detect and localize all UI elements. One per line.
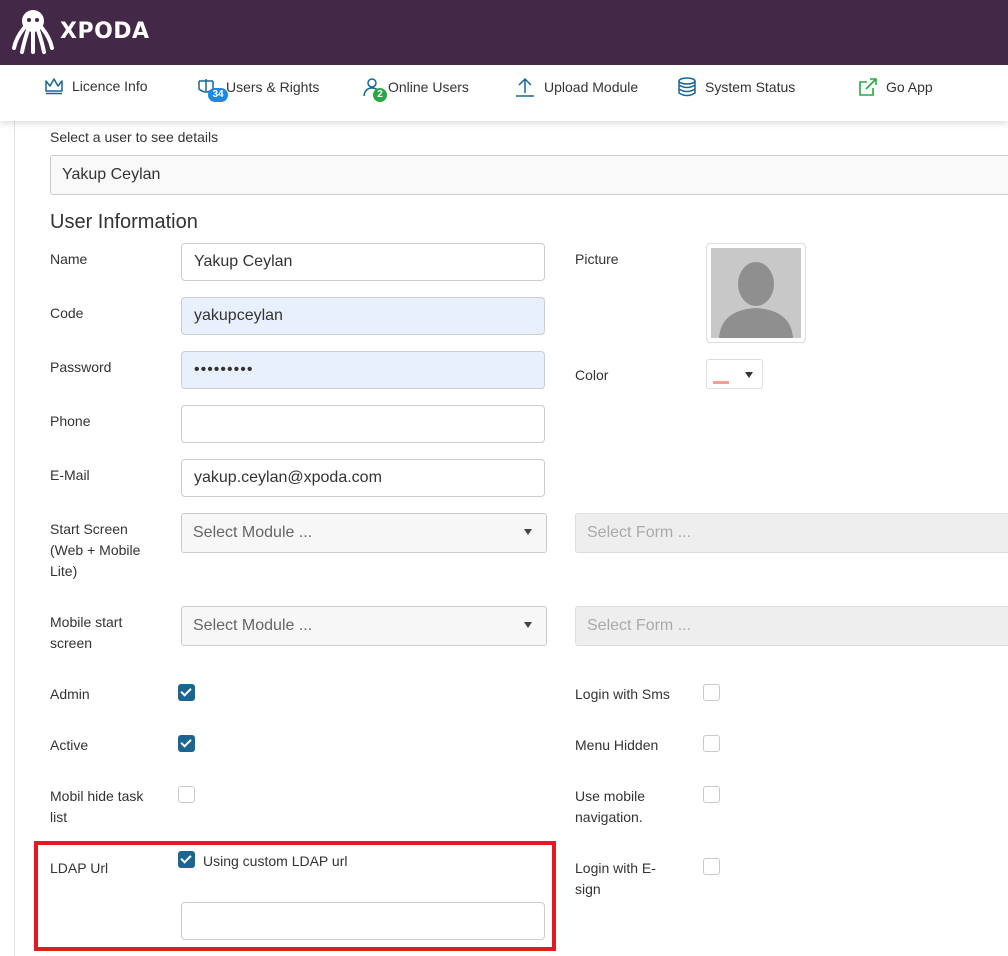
nav-licence-info[interactable]: Licence Info [44, 77, 148, 95]
nav-label: Online Users [388, 79, 469, 95]
nav-label: Licence Info [72, 78, 148, 94]
chevron-down-icon [745, 372, 753, 378]
code-input[interactable]: yakupceylan [181, 297, 545, 335]
nav-system-status[interactable]: System Status [677, 77, 795, 97]
nav-label: Upload Module [544, 79, 639, 95]
users-rights-icon-wrap: 34 [196, 77, 228, 102]
mobile-nav-label: Use mobile navigation. [575, 788, 646, 825]
login-esign-checkbox[interactable] [703, 858, 720, 875]
color-picker[interactable] [706, 359, 763, 389]
mobile-nav-checkbox[interactable] [703, 786, 720, 803]
top-bar: XPODA [0, 0, 1008, 65]
active-label: Active [50, 737, 89, 753]
phone-input[interactable] [181, 405, 545, 443]
users-count-badge: 34 [208, 88, 228, 102]
avatar-placeholder-icon [711, 248, 801, 338]
email-input[interactable]: yakup.ceylan@xpoda.com [181, 459, 545, 497]
nav-label: Go App [886, 79, 933, 95]
crown-icon [45, 78, 63, 95]
name-label: Name [50, 251, 88, 267]
start-screen-form-select[interactable]: Select Form ... [575, 513, 1008, 553]
mobil-hide-checkbox[interactable] [178, 786, 195, 803]
email-label: E-Mail [50, 467, 90, 483]
user-select-label: Select a user to see details [50, 129, 219, 145]
section-title: User Information [50, 211, 198, 233]
octopus-logo-icon [12, 10, 54, 54]
chevron-down-icon [524, 622, 532, 628]
admin-checkbox[interactable] [178, 684, 195, 701]
logo[interactable]: XPODA [12, 8, 150, 54]
user-detail-panel: Select a user to see details Yakup Ceyla… [0, 121, 1008, 956]
select-placeholder: Select Module ... [193, 524, 313, 541]
chevron-down-icon [524, 529, 532, 535]
code-label: Code [50, 305, 84, 321]
nav-upload-module[interactable]: Upload Module [514, 77, 638, 97]
online-count-badge: 2 [373, 88, 387, 102]
login-esign-label: Login with E-sign [575, 860, 656, 897]
user-picture[interactable] [706, 243, 806, 343]
admin-label: Admin [50, 686, 90, 702]
nav-users-rights[interactable]: 34 Users & Rights [196, 77, 320, 102]
menu-hidden-label: Menu Hidden [575, 737, 659, 753]
highlight-box [34, 841, 556, 951]
mobile-start-form-select[interactable]: Select Form ... [575, 606, 1008, 646]
color-label: Color [575, 367, 609, 383]
login-sms-label: Login with Sms [575, 686, 670, 702]
password-input[interactable]: ••••••••• [181, 351, 545, 389]
user-online-icon-wrap: 2 [362, 77, 387, 102]
active-checkbox[interactable] [178, 735, 195, 752]
user-select-dropdown[interactable]: Yakup Ceylan [50, 155, 1008, 195]
nav-label: Users & Rights [226, 79, 320, 95]
start-screen-label: Start Screen (Web + Mobile Lite) [50, 521, 141, 579]
mobile-start-module-select[interactable]: Select Module ... [181, 606, 547, 646]
picture-label: Picture [575, 251, 619, 267]
name-input[interactable]: Yakup Ceylan [181, 243, 545, 281]
nav-online-users[interactable]: 2 Online Users [362, 77, 469, 102]
mobil-hide-label: Mobil hide task list [50, 788, 144, 825]
brand-name: XPODA [60, 18, 150, 44]
login-sms-checkbox[interactable] [703, 684, 720, 701]
database-icon [678, 77, 696, 97]
color-swatch [713, 381, 729, 384]
main-nav: Licence Info 34 Users & Rights 2 Online … [0, 65, 1008, 121]
upload-icon [516, 77, 534, 97]
password-label: Password [50, 359, 112, 375]
start-screen-module-select[interactable]: Select Module ... [181, 513, 547, 553]
phone-label: Phone [50, 413, 91, 429]
mobile-start-label: Mobile start screen [50, 614, 123, 651]
nav-go-app[interactable]: Go App [858, 77, 933, 97]
external-link-icon [859, 78, 877, 96]
select-placeholder: Select Module ... [193, 617, 313, 634]
nav-label: System Status [705, 79, 796, 95]
menu-hidden-checkbox[interactable] [703, 735, 720, 752]
